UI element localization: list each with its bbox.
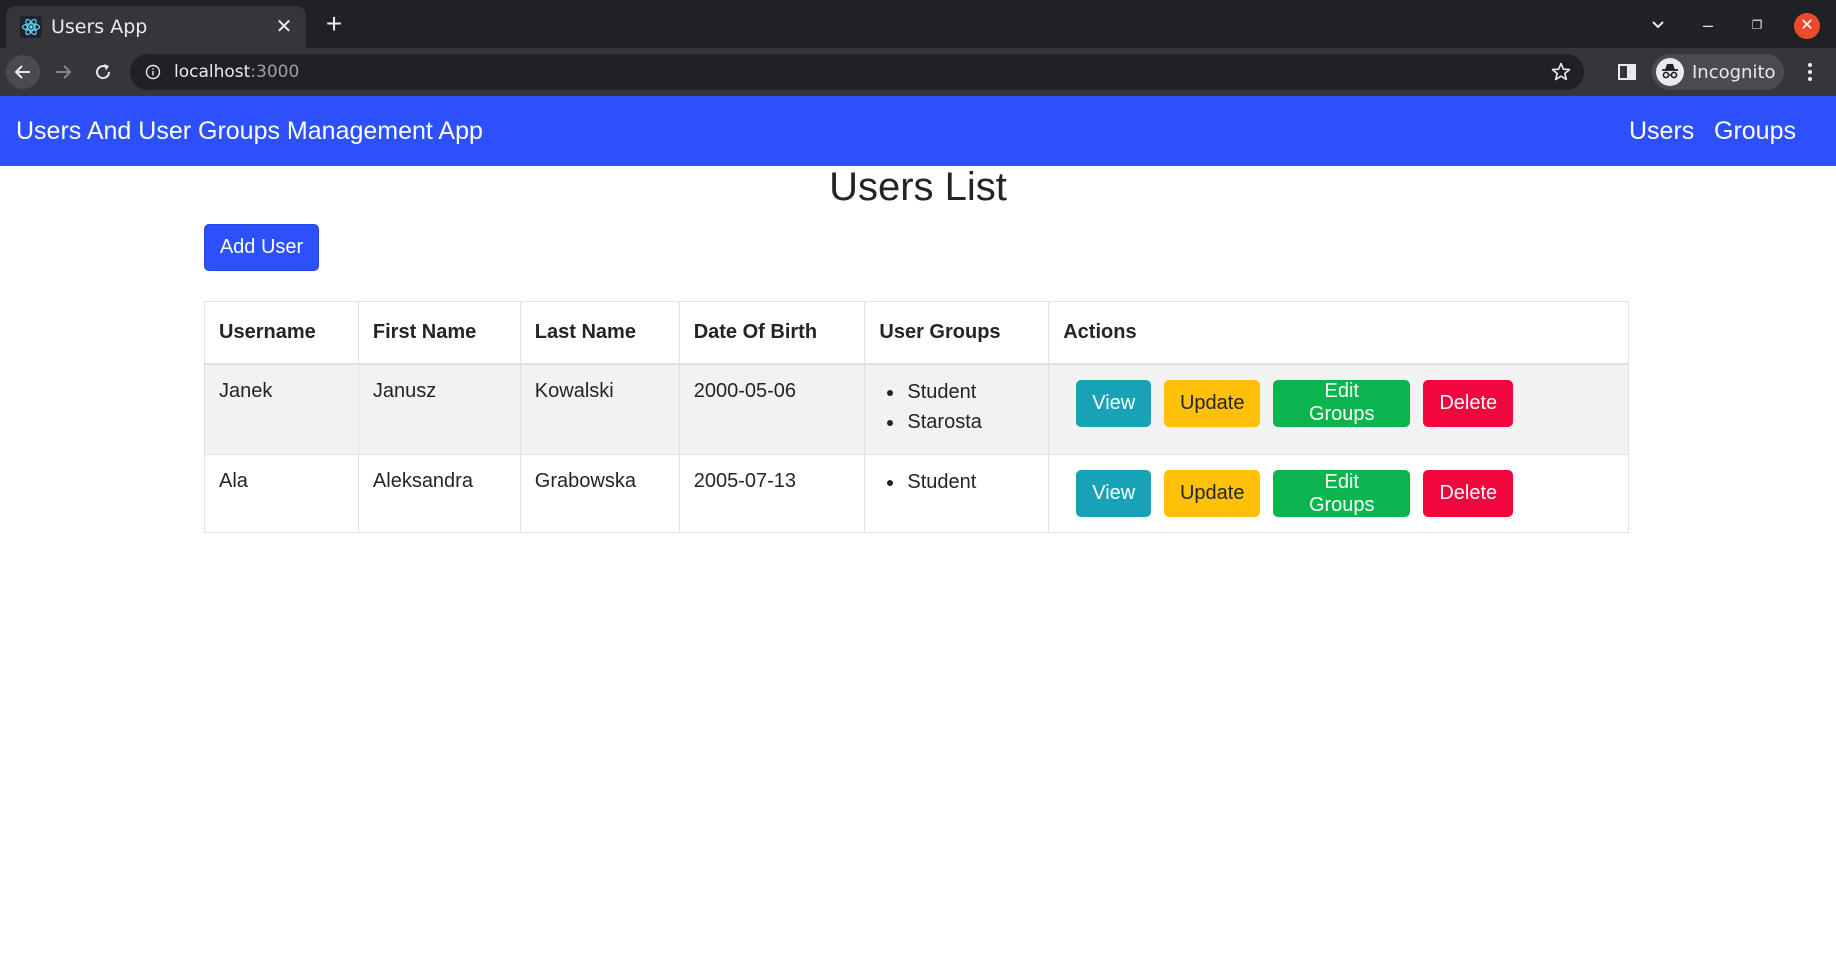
app-navbar: Users And User Groups Management App Use…: [0, 96, 1836, 166]
column-header-actions: Actions: [1048, 301, 1629, 365]
cell-first-name: Janusz: [357, 363, 521, 455]
minimize-button[interactable]: –: [1695, 12, 1721, 38]
cell-user-groups: Student: [864, 454, 1050, 533]
user-group-item: Student: [905, 377, 1034, 407]
browser-tab-active[interactable]: Users App ✕: [6, 6, 306, 48]
column-header-date-of-birth: Date Of Birth: [678, 301, 866, 365]
tab-title: Users App: [51, 16, 148, 38]
window-close-button[interactable]: ✕: [1794, 13, 1820, 39]
url-host: localhost: [174, 62, 251, 82]
restore-button[interactable]: ❐: [1744, 12, 1770, 38]
cell-username: Ala: [204, 454, 359, 533]
cell-date-of-birth: 2000-05-06: [678, 363, 866, 455]
bookmark-star-icon[interactable]: [1550, 61, 1572, 83]
cell-actions: View Update Edit Groups Delete: [1048, 454, 1629, 533]
column-header-user-groups: User Groups: [864, 301, 1050, 365]
url-port: :3000: [250, 62, 300, 82]
reload-icon[interactable]: [86, 55, 120, 89]
view-user-button[interactable]: View: [1076, 470, 1152, 517]
tab-close-icon[interactable]: ✕: [272, 15, 296, 39]
table-row: Ala Aleksandra Grabowska 2005-07-13 Stud…: [204, 454, 1629, 533]
user-groups-list: Student: [879, 467, 1034, 497]
cell-username: Janek: [204, 363, 359, 455]
address-bar[interactable]: localhost:3000: [130, 54, 1584, 90]
users-table: Username First Name Last Name Date Of Bi…: [204, 301, 1629, 533]
edit-groups-button[interactable]: Edit Groups: [1273, 379, 1411, 427]
browser-toolbar: localhost:3000 Incognito: [0, 48, 1836, 96]
site-info-icon[interactable]: [144, 63, 162, 81]
tab-search-chevron-icon[interactable]: [1645, 12, 1671, 38]
column-header-last-name: Last Name: [519, 301, 680, 365]
back-arrow-icon[interactable]: [6, 55, 40, 89]
nav-link-groups[interactable]: Groups: [1714, 117, 1796, 146]
column-header-username: Username: [204, 301, 359, 365]
delete-user-button[interactable]: Delete: [1423, 379, 1514, 427]
side-panel-icon[interactable]: [1616, 61, 1638, 83]
forward-arrow-icon[interactable]: [46, 55, 80, 89]
user-group-item: Student: [905, 467, 1034, 497]
cell-user-groups: Student Starosta: [864, 363, 1050, 455]
profile-label: Incognito: [1692, 61, 1776, 83]
app-brand[interactable]: Users And User Groups Management App: [16, 117, 483, 146]
cell-first-name: Aleksandra: [357, 454, 521, 533]
table-row: Janek Janusz Kowalski 2000-05-06 Student…: [204, 363, 1629, 455]
update-user-button[interactable]: Update: [1164, 379, 1261, 427]
page-title: Users List: [829, 165, 1007, 209]
cell-date-of-birth: 2005-07-13: [678, 454, 866, 533]
browser-tab-strip: Users App ✕ + – ❐ ✕: [0, 0, 1836, 48]
user-group-item: Starosta: [905, 407, 1034, 437]
cell-actions: View Update Edit Groups Delete: [1048, 363, 1629, 455]
table-header-row: Username First Name Last Name Date Of Bi…: [204, 301, 1629, 365]
column-header-first-name: First Name: [357, 301, 521, 365]
update-user-button[interactable]: Update: [1164, 470, 1261, 517]
kebab-menu-icon[interactable]: [1798, 60, 1822, 84]
nav-link-users[interactable]: Users: [1629, 117, 1694, 146]
user-groups-list: Student Starosta: [879, 377, 1034, 437]
cell-last-name: Grabowska: [519, 454, 680, 533]
incognito-profile-button[interactable]: Incognito: [1652, 54, 1784, 90]
edit-groups-button[interactable]: Edit Groups: [1273, 470, 1411, 517]
react-logo-icon: [20, 16, 42, 38]
add-user-button[interactable]: Add User: [204, 224, 319, 271]
cell-last-name: Kowalski: [519, 363, 680, 455]
delete-user-button[interactable]: Delete: [1423, 470, 1514, 517]
view-user-button[interactable]: View: [1076, 379, 1152, 427]
new-tab-button[interactable]: +: [320, 10, 348, 39]
incognito-icon: [1656, 58, 1684, 86]
